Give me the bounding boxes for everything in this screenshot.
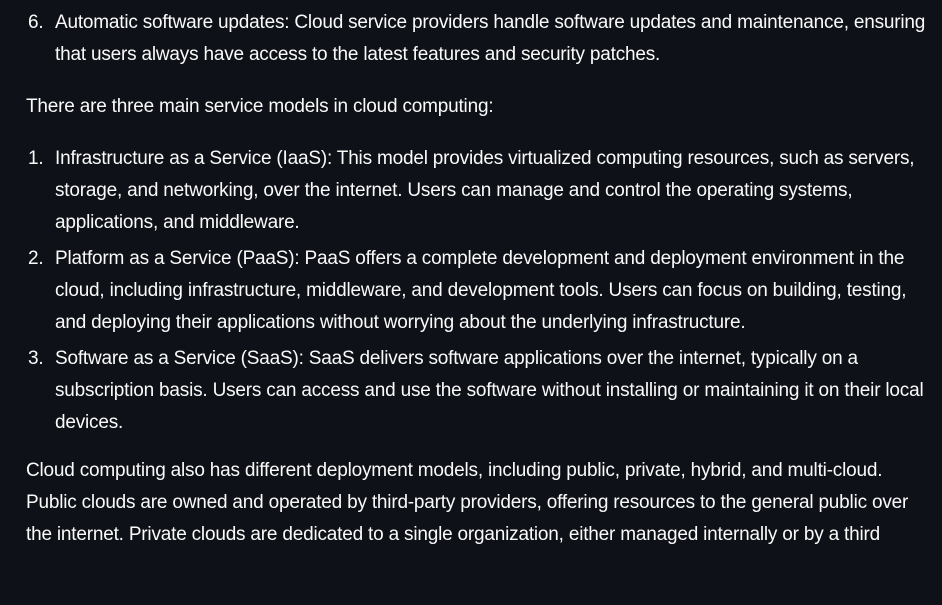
list-item-text: Infrastructure as a Service (IaaS): This…: [55, 148, 915, 233]
list-item-saas: 3. Software as a Service (SaaS): SaaS de…: [26, 343, 926, 439]
chat-message-content: 6. Automatic software updates: Cloud ser…: [26, 7, 926, 551]
service-models-intro: There are three main service models in c…: [26, 96, 494, 117]
list-item-paas: 2. Platform as a Service (PaaS): PaaS of…: [26, 243, 926, 339]
list-item-text: Automatic software updates: Cloud servic…: [55, 12, 926, 65]
list-number: 3.: [28, 348, 44, 369]
list-number: 1.: [28, 148, 44, 169]
service-models-list: 1. Infrastructure as a Service (IaaS): T…: [26, 143, 926, 439]
list-item-text: Platform as a Service (PaaS): PaaS offer…: [55, 248, 907, 333]
list-item-text: Software as a Service (SaaS): SaaS deliv…: [55, 348, 924, 433]
list-item-automatic-updates: 6. Automatic software updates: Cloud ser…: [26, 7, 926, 71]
list-item-iaas: 1. Infrastructure as a Service (IaaS): T…: [26, 143, 926, 239]
list-number: 6.: [28, 12, 44, 33]
deployment-models-paragraph: Cloud computing also has different deplo…: [26, 460, 909, 545]
list-number: 2.: [28, 248, 44, 269]
